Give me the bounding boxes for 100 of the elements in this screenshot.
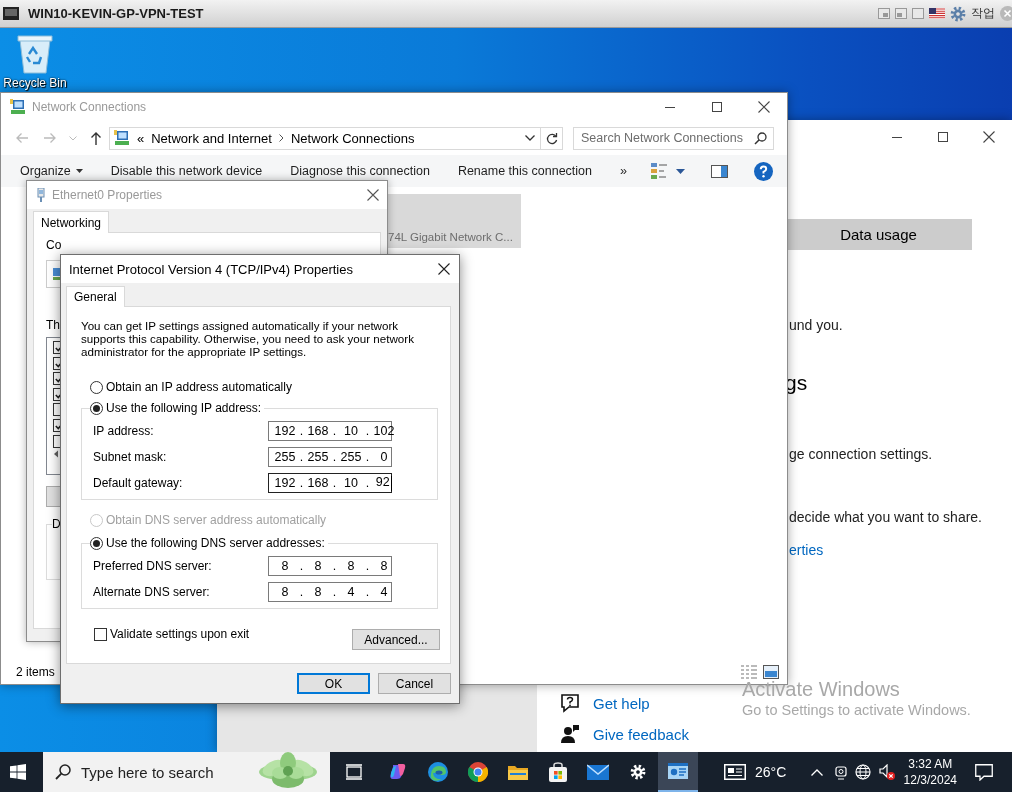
clock-date[interactable]: 12/3/2024 — [903, 772, 957, 788]
icon-label: Recycle Bin — [3, 76, 67, 90]
search-icon[interactable] — [55, 764, 71, 780]
browser-icon[interactable] — [428, 762, 448, 782]
help-chat-icon[interactable] — [560, 693, 580, 713]
preview-pane-icon[interactable] — [711, 164, 728, 178]
close-icon[interactable] — [757, 101, 770, 113]
dropdown-icon[interactable] — [525, 135, 535, 141]
window-title: Network Connections — [32, 100, 147, 114]
ok-button[interactable]: OK — [297, 673, 370, 694]
radio-button[interactable] — [90, 401, 103, 415]
toolbar-button[interactable]: Diagnose this connection — [283, 159, 437, 183]
radio-label[interactable]: Obtain an IP address automatically — [106, 380, 292, 394]
ip-address-field[interactable]: 255 . 255 . 255 . 0 — [268, 447, 392, 467]
radio-button[interactable] — [90, 536, 103, 550]
checkbox[interactable] — [53, 418, 60, 432]
plug-icon — [37, 188, 45, 202]
dialog-title: Internet Protocol Version 4 (TCP/IPv4) Properties — [69, 261, 353, 277]
breadcrumb-item[interactable]: Network and Internet — [151, 130, 272, 146]
breadcrumb-overflow[interactable]: « — [137, 130, 145, 146]
refresh-icon[interactable] — [545, 131, 558, 145]
description-text: decide what you want to share. — [789, 508, 982, 526]
maximize-icon[interactable] — [711, 102, 722, 112]
description-text: und you. — [789, 316, 843, 334]
link[interactable]: erties — [789, 541, 824, 559]
help-icon[interactable] — [754, 161, 773, 181]
settings-icon[interactable] — [630, 764, 646, 780]
toolbar-button[interactable]: Rename this connection — [450, 159, 599, 183]
network-adapter-item[interactable]: 74L Gigabit Network C... — [386, 194, 521, 248]
chevron-up-icon[interactable] — [811, 768, 824, 776]
clock-time[interactable]: 3:32 AM — [908, 756, 953, 772]
checkbox[interactable] — [53, 341, 60, 354]
taskbar-button[interactable] — [658, 752, 698, 792]
flag-icon[interactable] — [929, 8, 945, 19]
search-field[interactable]: Search Network Connections — [573, 126, 774, 150]
tab[interactable]: General — [66, 286, 125, 307]
search-icon[interactable] — [754, 131, 767, 145]
breadcrumb-item[interactable]: Network Connections — [290, 130, 415, 146]
refresh-button[interactable] — [541, 126, 563, 150]
close-icon[interactable] — [983, 131, 995, 143]
camera-icon[interactable] — [835, 764, 848, 780]
checkbox[interactable] — [53, 387, 60, 401]
ip-address-field[interactable]: 8 . 8 . 4 . 4 — [268, 582, 392, 602]
help-link[interactable]: Get help — [593, 694, 650, 712]
list-label: Th — [46, 318, 60, 332]
ip-address-field[interactable]: 8 . 8 . 8 . 8 — [268, 556, 392, 576]
address-bar[interactable]: « Network and Internet Network Connections — [109, 126, 541, 150]
minimize-icon[interactable] — [664, 106, 675, 108]
gear-icon[interactable] — [950, 5, 966, 22]
weather-text[interactable]: 26°C — [755, 764, 787, 780]
maximize-icon[interactable] — [938, 132, 948, 142]
menu-button[interactable]: Organize — [13, 159, 90, 183]
close-icon[interactable] — [438, 263, 450, 275]
field-label: Subnet mask: — [93, 450, 168, 464]
dialog-title: Ethernet0 Properties — [52, 188, 163, 202]
cancel-button[interactable]: Cancel — [378, 673, 451, 694]
checkbox-label[interactable]: Validate settings upon exit — [110, 628, 250, 641]
browser-icon[interactable] — [468, 762, 488, 782]
recycle-bin-icon[interactable] — [17, 32, 53, 74]
checkbox[interactable] — [53, 403, 60, 417]
tab[interactable]: Networking — [33, 211, 110, 233]
radio-label[interactable]: Use the following IP address: — [106, 401, 262, 415]
menu-label[interactable]: 작업 — [971, 5, 995, 22]
monitor-icon — [3, 7, 19, 20]
more-commands-button[interactable]: » — [613, 159, 634, 183]
speech-bubble-icon[interactable] — [975, 763, 994, 781]
up-arrow-icon[interactable] — [90, 131, 102, 145]
checkbox[interactable] — [53, 372, 60, 386]
checkbox[interactable] — [53, 356, 60, 370]
field-label: IP address: — [93, 424, 155, 438]
checkbox[interactable] — [53, 434, 60, 448]
view-options-icon[interactable] — [651, 163, 668, 179]
radio-label[interactable]: Use the following DNS server addresses: — [106, 536, 325, 550]
muted-speaker-icon[interactable] — [879, 764, 896, 780]
radio-button[interactable] — [90, 380, 103, 394]
close-icon[interactable] — [367, 189, 379, 201]
advanced-button[interactable]: Advanced... — [352, 629, 440, 650]
toolbar-button[interactable]: Disable this network device — [103, 159, 270, 183]
start-icon[interactable] — [10, 764, 26, 780]
envelope-icon[interactable] — [587, 763, 609, 781]
data-usage-button[interactable]: Data usage — [785, 219, 972, 250]
globe-icon[interactable] — [855, 764, 872, 780]
network-icon — [114, 130, 130, 146]
folder-icon[interactable] — [508, 763, 528, 781]
shopping-bag-icon[interactable] — [548, 762, 568, 782]
newspaper-icon[interactable] — [724, 764, 746, 780]
task-view-icon[interactable] — [346, 764, 362, 780]
checkbox[interactable] — [94, 628, 107, 641]
swirl-icon[interactable] — [389, 763, 407, 781]
caret-icon — [75, 169, 83, 173]
large-icons-view-icon[interactable] — [763, 665, 779, 679]
chevron-icon — [278, 134, 284, 142]
ip-address-field[interactable]: 192 . 168 . 10 . 92 — [268, 473, 392, 493]
feedback-person-icon[interactable] — [560, 724, 580, 744]
feedback-link[interactable]: Give feedback — [593, 725, 689, 743]
minimize-icon[interactable] — [892, 136, 902, 138]
chart-window-icon[interactable] — [668, 762, 688, 780]
activation-message: Go to Settings to activate Windows. — [742, 701, 971, 719]
caret-icon[interactable] — [676, 168, 685, 174]
ip-address-field[interactable]: 192 . 168 . 10 . 102 — [268, 421, 392, 441]
